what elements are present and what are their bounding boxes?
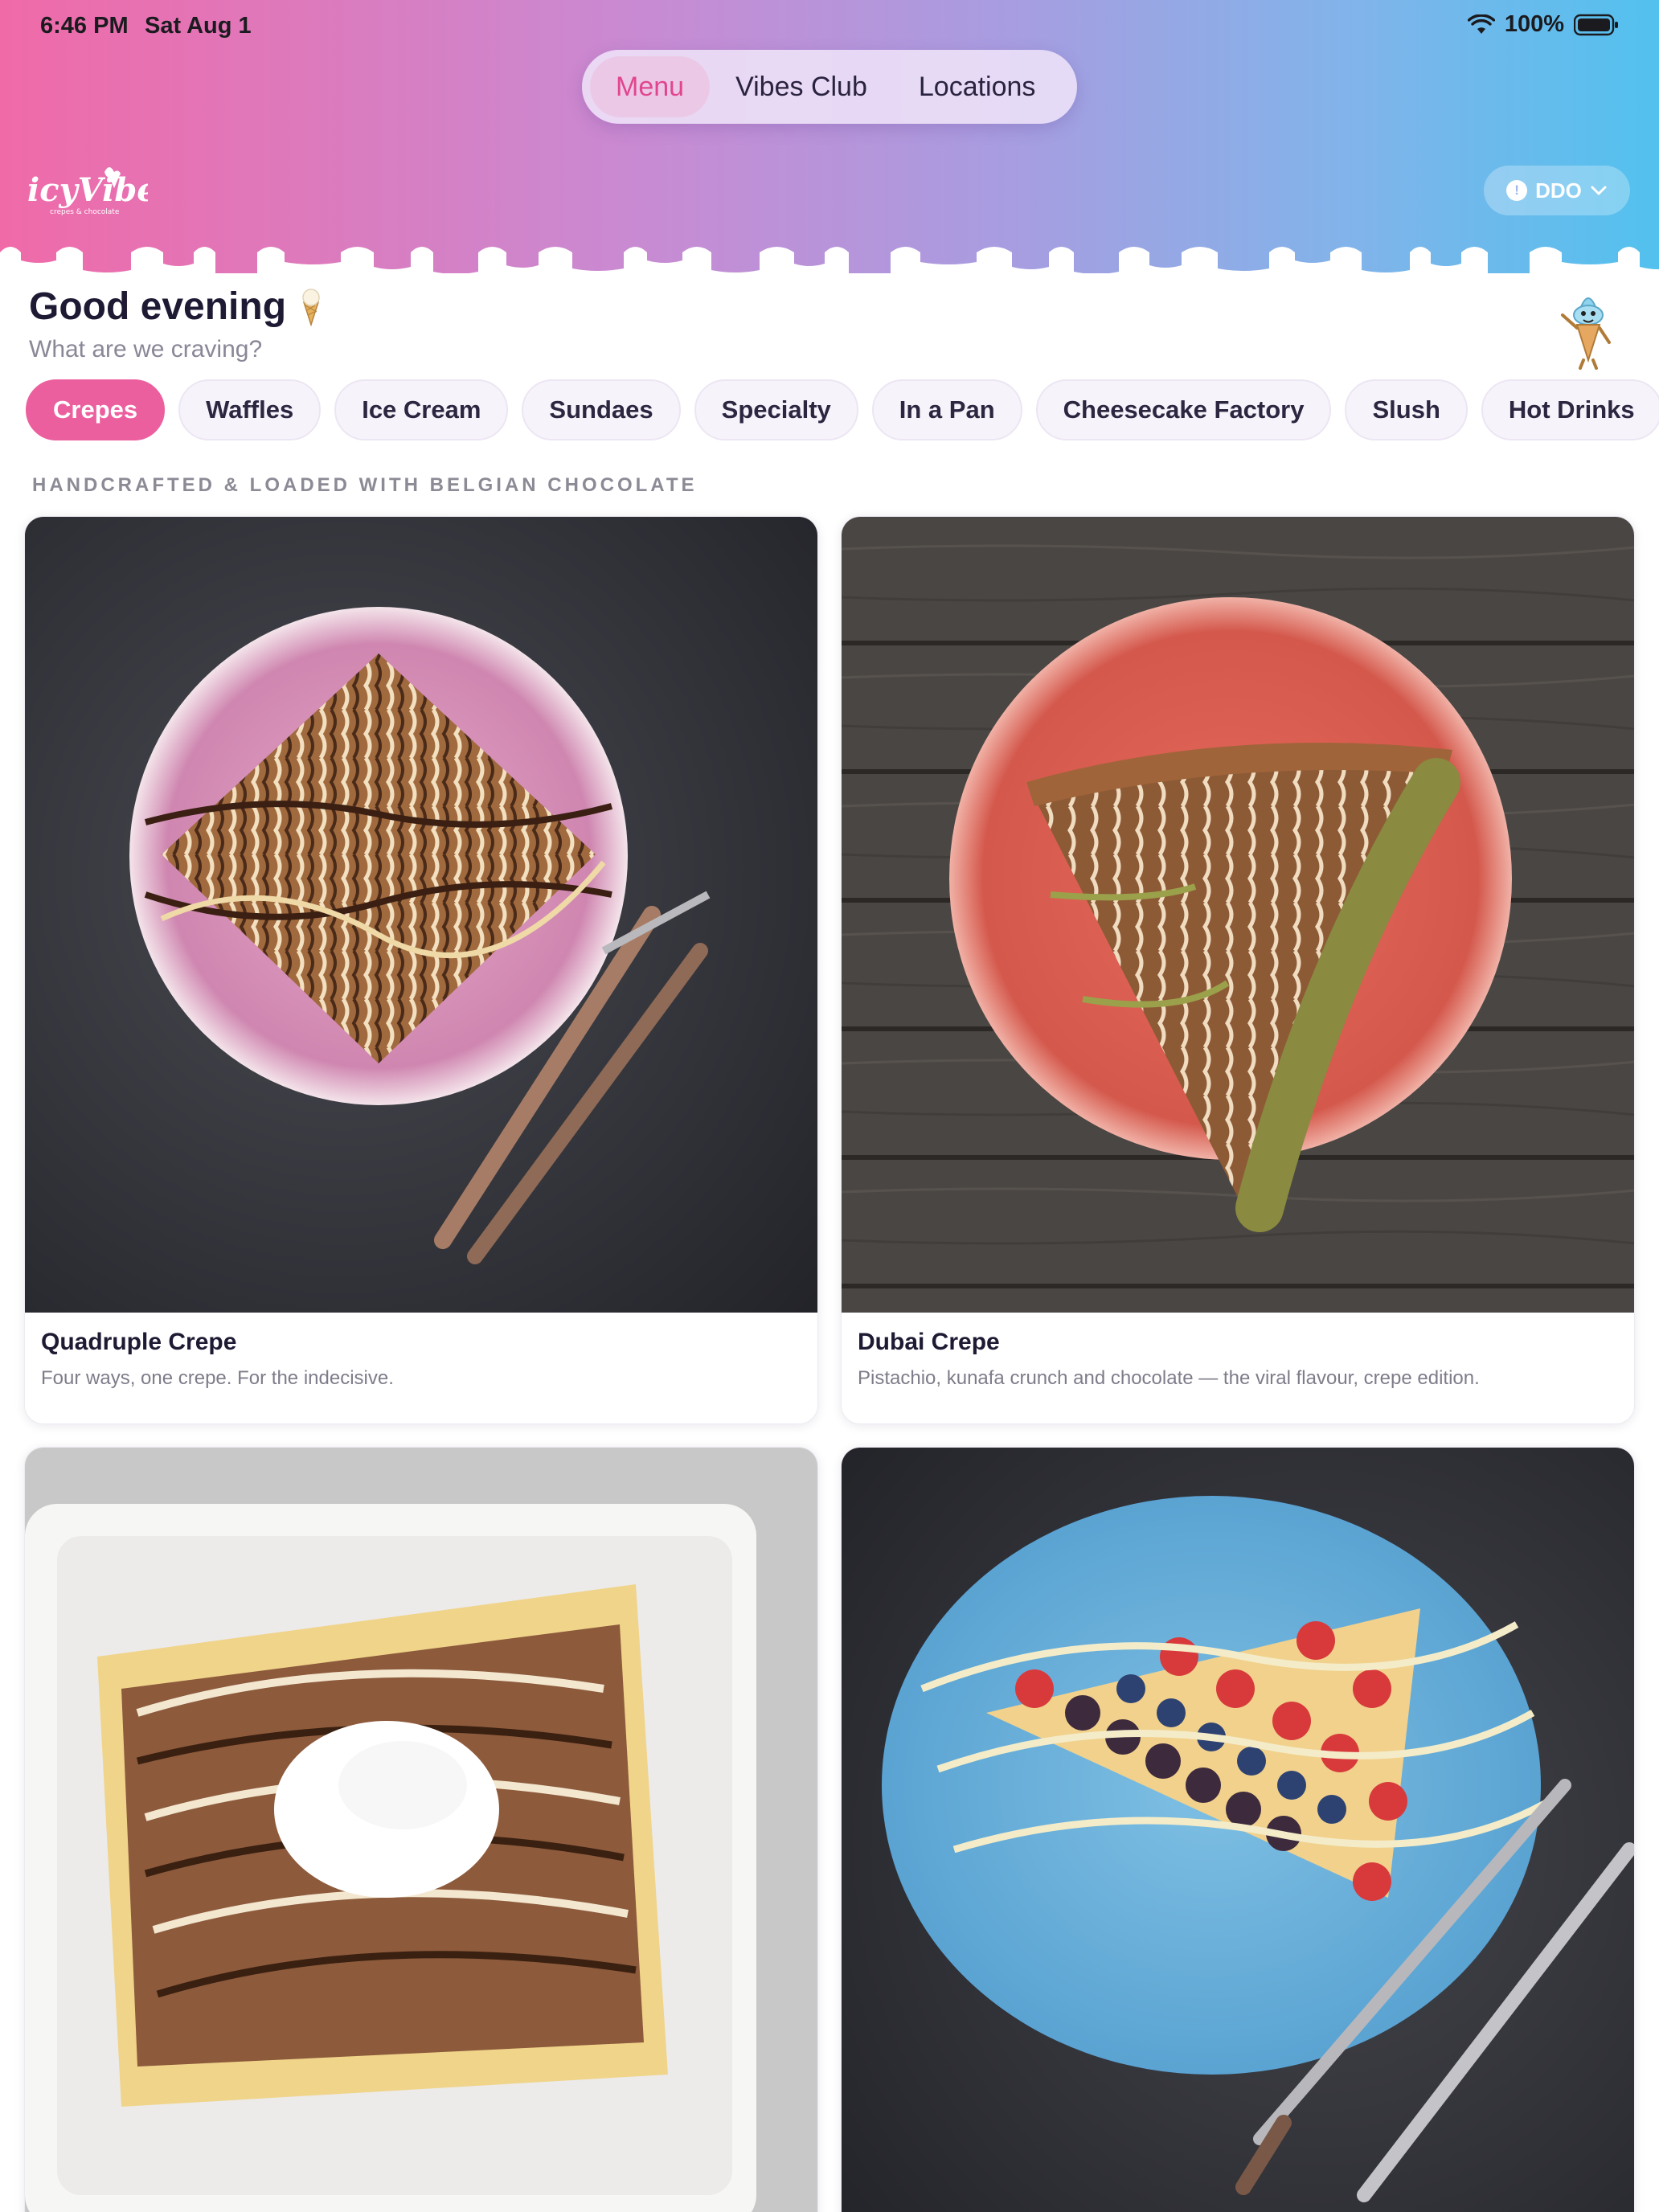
greeting-title: Good evening — [29, 285, 325, 329]
item-name: Quadruple Crepe — [41, 1329, 237, 1355]
app-header: 6:46 PM Sat Aug 1 100% Menu Vibes Club L… — [0, 0, 1659, 273]
main-nav: Menu Vibes Club Locations — [582, 50, 1077, 124]
item-name: Dubai Crepe — [858, 1329, 1000, 1355]
status-bar: 6:46 PM Sat Aug 1 100% — [0, 0, 1659, 51]
category-chip-in-a-pan[interactable]: In a Pan — [871, 379, 1022, 440]
battery-icon — [1574, 14, 1618, 35]
quadruple-crepe-photo — [25, 517, 817, 1313]
svg-text:icyVibes: icyVibes — [27, 171, 148, 209]
item-description: Four ways, one crepe. For the indecisive… — [41, 1367, 394, 1389]
chevron-down-icon — [1591, 186, 1607, 195]
battery-percent: 100% — [1504, 11, 1564, 37]
store-label: DDO — [1535, 178, 1582, 203]
mascot-icon — [1561, 297, 1611, 370]
store-selector-button[interactable]: ! DDO — [1484, 166, 1630, 215]
category-chip-cheesecake-factory[interactable]: Cheesecake Factory — [1035, 379, 1332, 440]
menu-card-4[interactable] — [841, 1447, 1635, 2212]
berry-crepe-photo — [842, 1448, 1634, 2212]
tab-menu[interactable]: Menu — [590, 56, 711, 117]
category-chips: Crepes Waffles Ice Cream Sundaes Special… — [26, 379, 1659, 440]
menu-card-3[interactable] — [24, 1447, 818, 2212]
status-date: Sat Aug 1 — [145, 13, 252, 39]
svg-text:crepes & chocolate: crepes & chocolate — [50, 208, 120, 216]
greeting-text: Good evening — [29, 285, 287, 328]
section-heading: HANDCRAFTED & LOADED WITH BELGIAN CHOCOL… — [32, 474, 698, 496]
category-chip-specialty[interactable]: Specialty — [694, 379, 858, 440]
category-chip-slush[interactable]: Slush — [1345, 379, 1468, 440]
menu-card-dubai-crepe[interactable]: Dubai Crepe Pistachio, kunafa crunch and… — [841, 516, 1635, 1424]
dubai-crepe-photo — [842, 517, 1634, 1313]
status-indicators: 100% — [1467, 11, 1619, 38]
store-info-icon: ! — [1506, 180, 1528, 201]
category-chip-ice-cream[interactable]: Ice Cream — [334, 379, 509, 440]
category-chip-sundaes[interactable]: Sundaes — [522, 379, 681, 440]
tab-vibes-club[interactable]: Vibes Club — [710, 56, 893, 117]
icyvibes-logo[interactable]: icyVibes crepes & chocolate — [27, 159, 148, 220]
ice-cream-cone-icon — [302, 288, 320, 326]
drip-border — [0, 247, 1659, 273]
greeting-subtitle: What are we craving? — [29, 336, 263, 363]
nutella-crepe-photo — [25, 1448, 817, 2212]
card-body: Dubai Crepe Pistachio, kunafa crunch and… — [842, 1313, 1634, 1390]
category-chip-waffles[interactable]: Waffles — [178, 379, 322, 440]
category-chip-crepes[interactable]: Crepes — [26, 379, 166, 440]
status-time: 6:46 PM — [40, 13, 129, 39]
menu-card-quadruple-crepe[interactable]: Quadruple Crepe Four ways, one crepe. Fo… — [24, 516, 818, 1424]
card-body: Quadruple Crepe Four ways, one crepe. Fo… — [25, 1313, 817, 1390]
tab-locations[interactable]: Locations — [893, 56, 1062, 117]
item-description: Pistachio, kunafa crunch and chocolate —… — [858, 1367, 1480, 1389]
category-chip-hot-drinks[interactable]: Hot Drinks — [1481, 379, 1659, 440]
wifi-icon — [1467, 14, 1495, 34]
